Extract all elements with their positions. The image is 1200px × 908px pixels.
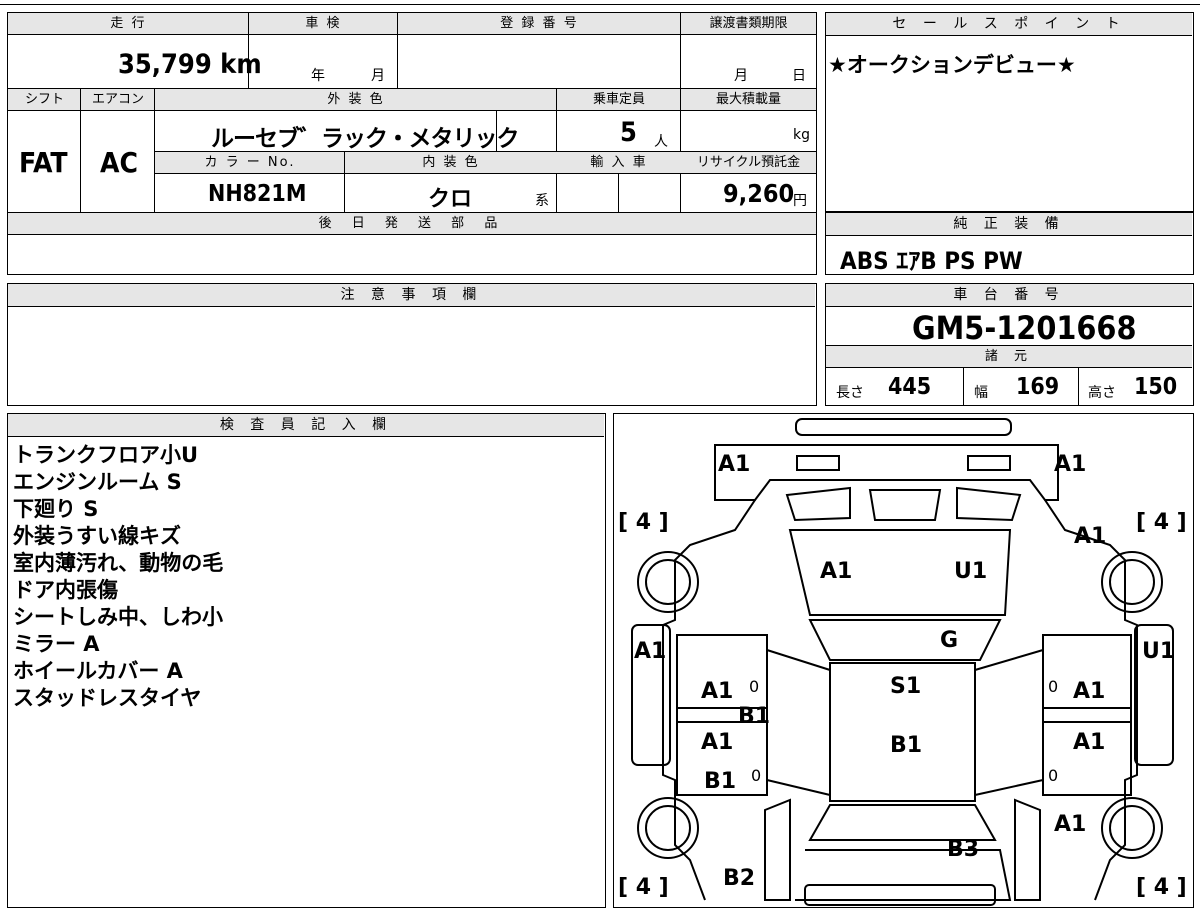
chassis-label: 車 台 番 号	[826, 284, 1192, 307]
top-strip	[0, 0, 1200, 6]
mark-rear-quarter-right: A1	[1074, 524, 1107, 549]
mark-zero-1: 0	[749, 677, 760, 696]
exterior-color-label: 外 装 色	[155, 89, 557, 111]
tire-rear-right: [ 4 ]	[1136, 510, 1187, 535]
registration-label: 登 録 番 号	[398, 13, 681, 35]
inspection-month: 月	[371, 68, 385, 84]
vehicle-info-table: 走 行 車 検 登 録 番 号 譲渡書類期限 35,799 km 年 月 月 日…	[7, 12, 817, 275]
inspector-notes: トランクフロア小U エンジンルーム S 下廻り S 外装うすい線キズ 室内薄汚れ…	[13, 442, 223, 712]
length-label: 長さ	[836, 385, 864, 401]
mark-zero-3: 0	[751, 766, 762, 785]
aircon-value: AC	[100, 146, 138, 179]
interior-suffix: 系	[535, 193, 549, 209]
sales-point-label: セ ー ル ス ポ イ ン ト	[826, 13, 1192, 36]
note-line: シートしみ中、しわ小	[13, 605, 223, 629]
note-line: エンジンルーム S	[13, 470, 182, 494]
equipment-label: 純 正 装 備	[826, 213, 1192, 236]
max-load-label: 最大積載量	[681, 89, 816, 111]
mark-hood: B3	[947, 837, 980, 862]
mark-front-door-right: A1	[1073, 730, 1106, 755]
mark-side-right: U1	[1142, 639, 1176, 664]
inspector-label: 検 査 員 記 入 欄	[8, 414, 604, 437]
mark-side-left: A1	[634, 639, 667, 664]
note-line: ミラー A	[13, 632, 100, 656]
max-load-unit: kg	[793, 127, 810, 143]
mark-rear-door-left: A1	[701, 679, 734, 704]
equipment-text: ABS ｴｱB PS PW	[840, 247, 1023, 275]
shift-label: シフト	[8, 89, 81, 111]
tire-front-left: [ 4 ]	[618, 875, 669, 900]
width-value: 169	[1016, 374, 1060, 400]
color-no-value: NH821M	[208, 181, 307, 207]
capacity-unit: 人	[654, 134, 668, 150]
mileage-value: 35,799 km	[118, 49, 262, 80]
import-label: 輸 入 車	[557, 152, 681, 174]
mark-rear-glass: G	[940, 628, 959, 653]
tire-rear-left: [ 4 ]	[618, 510, 669, 535]
note-line: 外装うすい線キズ	[13, 524, 181, 548]
capacity-value: 5	[620, 117, 637, 148]
mark-roof-front: B1	[890, 733, 923, 758]
recycle-unit: 円	[793, 193, 807, 209]
sales-point-text: ★オークションデビュー★	[828, 53, 1076, 77]
car-diagram: A1 A1 [ 4 ] [ 4 ] A1 A1 U1 G A1 U1 S1 A1…	[613, 413, 1194, 908]
car-outline-icon	[630, 417, 1174, 906]
later-parts-label: 後 日 発 送 部 品	[8, 213, 816, 235]
chassis-number: GM5-1201668	[912, 309, 1137, 347]
mark-front-door-left: A1	[701, 730, 734, 755]
capacity-label: 乗車定員	[557, 89, 681, 111]
note-line: スタッドレスタイヤ	[13, 686, 202, 710]
interior-color-value: クロ	[428, 187, 473, 212]
tire-front-right: [ 4 ]	[1136, 875, 1187, 900]
caution-label: 注 意 事 項 欄	[8, 284, 815, 307]
note-line: ホイールカバー A	[13, 659, 183, 683]
equipment-box: 純 正 装 備 ABS ｴｱB PS PW	[825, 212, 1194, 275]
mark-roof: S1	[890, 674, 922, 699]
chassis-box: 車 台 番 号 GM5-1201668 諸 元 長さ 445 幅 169 高さ …	[825, 283, 1194, 406]
exterior-color-value: ルーセブ゛ラック・メタリック	[211, 126, 520, 152]
mark-rear-right: A1	[1054, 452, 1087, 477]
recycle-label: リサイクル預託金	[681, 152, 816, 174]
mark-trunk-right: U1	[954, 559, 988, 584]
spec-label: 諸 元	[826, 346, 1192, 368]
aircon-label: エアコン	[81, 89, 155, 111]
note-line: トランクフロア小U	[13, 443, 199, 467]
length-value: 445	[888, 374, 932, 400]
recycle-fee-value: 9,260	[723, 179, 795, 208]
transfer-day: 日	[792, 68, 806, 84]
mark-front-fender-right: A1	[1054, 812, 1087, 837]
inspector-box: 検 査 員 記 入 欄 トランクフロア小U エンジンルーム S 下廻り S 外装…	[7, 413, 606, 908]
note-line: 下廻り S	[13, 497, 99, 521]
caution-box: 注 意 事 項 欄	[7, 283, 817, 406]
mark-rear-left: A1	[718, 452, 751, 477]
inspection-year: 年	[311, 68, 325, 84]
note-line: 室内薄汚れ、動物の毛	[13, 551, 224, 575]
mark-front-bumper-left: B2	[723, 866, 756, 891]
transfer-label: 譲渡書類期限	[681, 13, 816, 35]
mark-rear-door-right: A1	[1073, 679, 1106, 704]
mark-zero-2: 0	[1048, 677, 1059, 696]
width-label: 幅	[974, 385, 988, 401]
mark-zero-4: 0	[1048, 766, 1059, 785]
transfer-month: 月	[734, 68, 748, 84]
note-line: ドア内張傷	[13, 578, 118, 602]
shift-value: FAT	[19, 146, 68, 179]
sales-point-box: セ ー ル ス ポ イ ン ト ★オークションデビュー★	[825, 12, 1194, 212]
mark-trunk-left: A1	[820, 559, 853, 584]
mark-front-fender-left: B1	[704, 769, 737, 794]
height-value: 150	[1134, 374, 1178, 400]
inspection-label: 車 検	[249, 13, 398, 35]
mark-sill-left: B1	[738, 704, 771, 729]
color-no-label: カ ラ ー No.	[155, 152, 345, 174]
interior-color-label: 内 装 色	[345, 152, 557, 174]
height-label: 高さ	[1088, 385, 1116, 401]
mileage-label: 走 行	[8, 13, 249, 35]
